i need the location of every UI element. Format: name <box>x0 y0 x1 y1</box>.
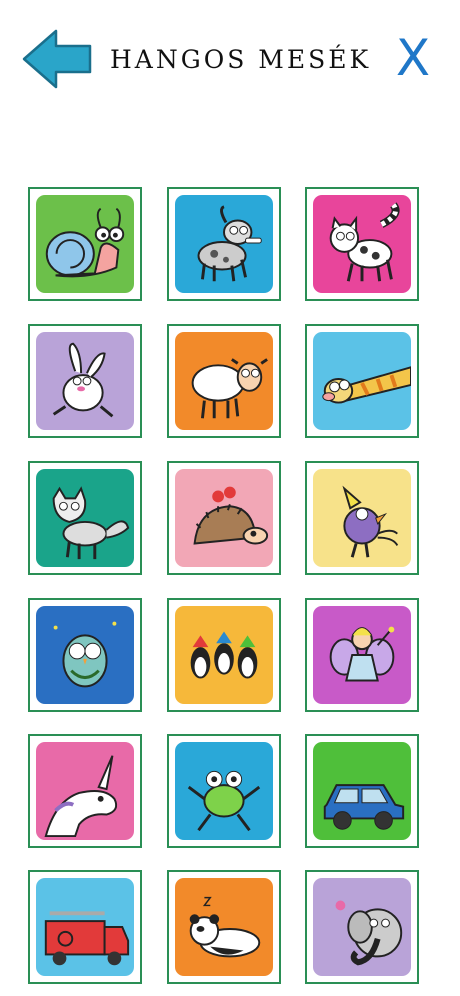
story-tile-giraffe[interactable] <box>305 324 419 438</box>
page-title: HANGOS MESÉK <box>110 45 372 74</box>
hedgehog-icon <box>175 469 273 567</box>
story-tile-car[interactable] <box>305 734 419 848</box>
car-icon <box>313 742 411 840</box>
story-tile-fire-truck[interactable] <box>28 870 142 984</box>
back-button[interactable] <box>22 28 94 90</box>
header: HANGOS MESÉK X <box>0 0 460 130</box>
story-tile-panda[interactable] <box>167 870 281 984</box>
story-tile-cat[interactable] <box>305 187 419 301</box>
story-tile-unicorn[interactable] <box>28 734 142 848</box>
giraffe-icon <box>313 332 411 430</box>
story-tile-fairy[interactable] <box>305 598 419 712</box>
story-tile-bird[interactable] <box>305 461 419 575</box>
story-tile-dog[interactable] <box>167 187 281 301</box>
close-button[interactable]: X <box>392 30 434 86</box>
story-tile-elephant[interactable] <box>305 870 419 984</box>
frog-icon <box>175 742 273 840</box>
owl-icon <box>36 606 134 704</box>
fire-truck-icon <box>36 878 134 976</box>
story-tile-wolf[interactable] <box>28 461 142 575</box>
story-tile-penguins[interactable] <box>167 598 281 712</box>
cat-icon <box>313 195 411 293</box>
story-tile-sheep[interactable] <box>167 324 281 438</box>
fairy-icon <box>313 606 411 704</box>
snail-icon <box>36 195 134 293</box>
arrow-left-icon <box>22 29 92 89</box>
story-tile-owl[interactable] <box>28 598 142 712</box>
panda-icon <box>175 878 273 976</box>
penguins-icon <box>175 606 273 704</box>
bird-icon <box>313 469 411 567</box>
story-tile-hedgehog[interactable] <box>167 461 281 575</box>
rabbit-icon <box>36 332 134 430</box>
sheep-icon <box>175 332 273 430</box>
story-tile-snail[interactable] <box>28 187 142 301</box>
unicorn-icon <box>36 742 134 840</box>
story-tile-frog[interactable] <box>167 734 281 848</box>
story-tile-rabbit[interactable] <box>28 324 142 438</box>
dog-icon <box>175 195 273 293</box>
wolf-icon <box>36 469 134 567</box>
elephant-icon <box>313 878 411 976</box>
